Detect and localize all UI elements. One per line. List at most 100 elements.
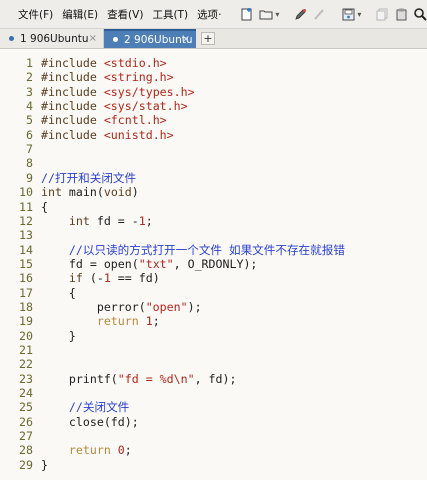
new-file-button[interactable]	[240, 7, 255, 22]
code-text: {	[41, 285, 76, 300]
code-line[interactable]: 4 #include <sys/stat.h>	[0, 99, 427, 113]
edit-pen-icon	[295, 8, 307, 20]
copy-button[interactable]	[375, 7, 390, 22]
code-line[interactable]: 6 #include <unistd.h>	[0, 128, 427, 142]
code-line[interactable]: 16 if (-1 == fd)	[0, 271, 427, 285]
line-number: 23	[19, 371, 33, 386]
line-number: 3	[26, 84, 33, 99]
code-line[interactable]: 5 #include <fcntl.h>	[0, 113, 427, 127]
code-text: close(fd);	[41, 414, 139, 429]
tab-906ubuntu-2[interactable]: 2 906Ubuntu ×	[104, 29, 196, 48]
menu-edit[interactable]: 编辑(E)	[62, 7, 98, 22]
tab-906ubuntu-1[interactable]: 1 906Ubuntu ×	[0, 29, 104, 48]
code-line[interactable]: 3 #include <sys/types.h>	[0, 85, 427, 99]
menu-view[interactable]: 查看(V)	[107, 7, 143, 22]
line-number: 2	[26, 70, 33, 85]
line-number: 17	[19, 285, 33, 300]
line-number: 29	[19, 457, 33, 472]
code-line[interactable]: 15 fd = open("txt", O_RDONLY);	[0, 257, 427, 271]
code-line[interactable]: 1 #include <stdio.h>	[0, 56, 427, 70]
line-number: 9	[26, 170, 33, 185]
line-number: 20	[19, 328, 33, 343]
code-line[interactable]: 18 perror("open");	[0, 300, 427, 314]
line-number: 13	[19, 228, 33, 243]
code-line[interactable]: 28 return 0;	[0, 443, 427, 457]
paste-button[interactable]	[394, 7, 409, 22]
code-line[interactable]: 12 int fd = -1;	[0, 214, 427, 228]
line-number: 27	[19, 429, 33, 444]
menu-toolbar: 文件(F) 编辑(E) 查看(V) 工具(T) 选项· ▾ ▾	[0, 0, 427, 29]
code-line[interactable]: 13	[0, 228, 427, 242]
code-line[interactable]: 27	[0, 429, 427, 443]
code-line[interactable]: 7	[0, 142, 427, 156]
paste-icon	[396, 8, 407, 20]
code-line[interactable]: 9 //打开和关闭文件	[0, 171, 427, 185]
open-folder-button[interactable]: ▾	[259, 7, 279, 22]
line-number: 5	[26, 113, 33, 128]
code-line[interactable]: 21	[0, 343, 427, 357]
edit-pen-button[interactable]	[293, 7, 308, 22]
code-editor[interactable]: 1 #include <stdio.h> 2 #include <string.h> 3…	[0, 49, 427, 480]
code-text: //关闭文件	[41, 400, 130, 415]
code-line[interactable]: 29}	[0, 458, 427, 472]
code-line[interactable]: 23 printf("fd = %d\n", fd);	[0, 372, 427, 386]
menu-file[interactable]: 文件(F)	[18, 7, 53, 22]
line-number: 16	[19, 271, 33, 286]
code-text: {	[41, 199, 48, 214]
dropdown-arrow-icon[interactable]: ▾	[357, 10, 361, 19]
code-text: #include <sys/types.h>	[41, 84, 195, 99]
copy-icon	[376, 8, 388, 20]
open-folder-icon	[259, 10, 273, 19]
code-line[interactable]: 24	[0, 386, 427, 400]
new-file-icon	[241, 7, 252, 20]
code-line[interactable]: 26 close(fd);	[0, 415, 427, 429]
code-text: int fd = -1;	[68, 213, 153, 228]
code-line[interactable]: 19 return 1;	[0, 314, 427, 328]
tab-label: 1 906Ubuntu	[20, 32, 89, 45]
line-number: 12	[19, 213, 33, 228]
code-text: }	[41, 328, 76, 343]
save-icon	[342, 8, 355, 20]
line-number: 18	[19, 299, 33, 314]
line-number: 6	[26, 127, 33, 142]
code-text: fd = open("txt", O_RDONLY);	[41, 256, 258, 271]
line-number: 10	[19, 185, 33, 200]
code-text: return 0;	[68, 443, 132, 458]
code-text: if (-1 == fd)	[68, 271, 160, 286]
clear-button[interactable]	[312, 7, 327, 22]
menu-options[interactable]: 选项·	[197, 7, 221, 22]
line-number: 15	[19, 256, 33, 271]
line-number: 4	[26, 99, 33, 114]
add-tab-button[interactable]: +	[201, 32, 215, 45]
line-number: 21	[19, 343, 33, 357]
code-text: //以只读的方式打开一个文件 如果文件不存在就报错	[41, 242, 345, 257]
line-number: 14	[19, 242, 33, 257]
code-line[interactable]: 25 //关闭文件	[0, 400, 427, 414]
code-text: printf("fd = %d\n", fd);	[41, 371, 237, 386]
line-number: 19	[19, 314, 33, 329]
line-number: 24	[19, 386, 33, 401]
clear-icon	[314, 8, 325, 20]
code-line[interactable]: 22	[0, 357, 427, 371]
line-number: 8	[26, 156, 33, 171]
code-line[interactable]: 11 {	[0, 200, 427, 214]
code-line[interactable]: 8	[0, 156, 427, 170]
close-icon[interactable]: ×	[89, 33, 97, 44]
code-line[interactable]: 2 #include <string.h>	[0, 70, 427, 84]
code-line[interactable]: 14 //以只读的方式打开一个文件 如果文件不存在就报错	[0, 243, 427, 257]
code-text: #include <string.h>	[41, 70, 174, 85]
code-line[interactable]: 20 }	[0, 329, 427, 343]
tab-status-dot	[9, 36, 14, 41]
menu-tools[interactable]: 工具(T)	[152, 7, 188, 22]
find-button[interactable]	[413, 7, 427, 22]
line-number: 11	[19, 199, 33, 214]
code-line[interactable]: 17 {	[0, 286, 427, 300]
code-line[interactable]: 10 int main(void)	[0, 185, 427, 199]
save-button[interactable]: ▾	[341, 7, 361, 22]
code-text: #include <unistd.h>	[41, 127, 174, 142]
close-icon[interactable]: ×	[182, 34, 190, 45]
code-text: #include <sys/stat.h>	[41, 99, 188, 114]
line-number: 25	[19, 400, 33, 415]
tab-bar: 1 906Ubuntu × 2 906Ubuntu × +	[0, 29, 427, 49]
open-folder-caret[interactable]: ▾	[275, 10, 279, 19]
